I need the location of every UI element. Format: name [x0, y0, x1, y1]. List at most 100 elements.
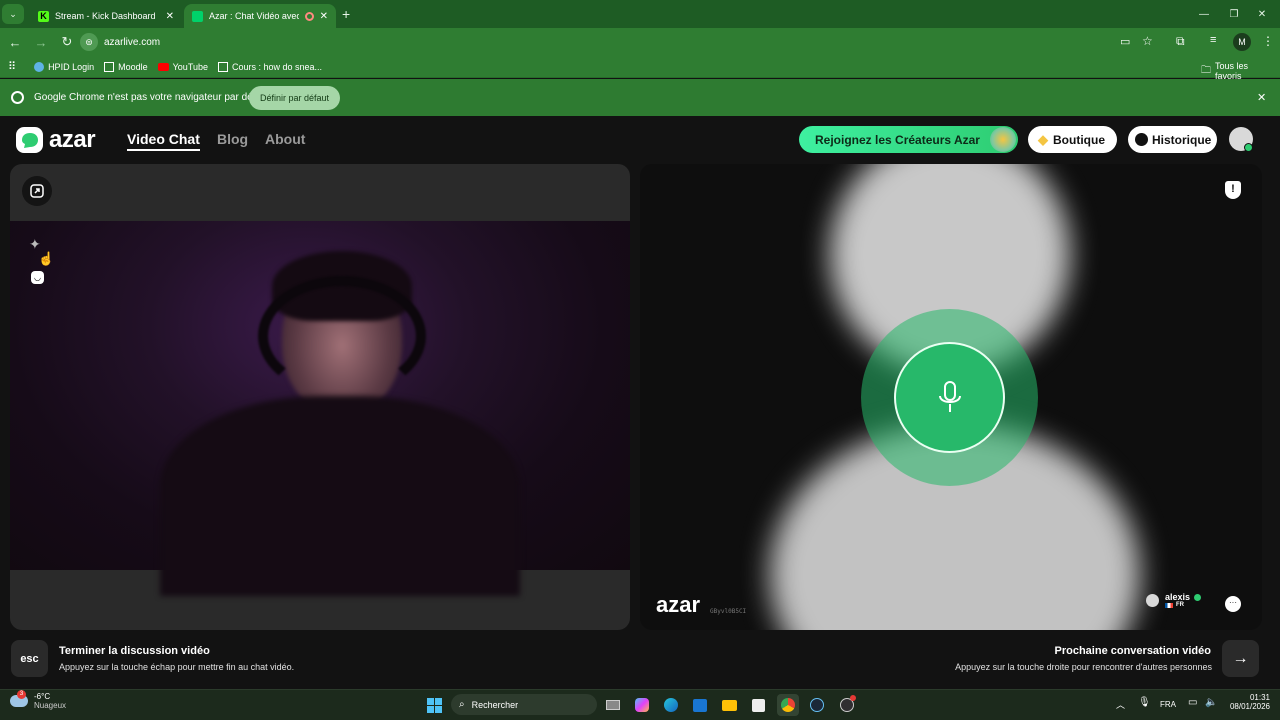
profile-avatar[interactable]: M [1233, 33, 1251, 51]
shop-button[interactable]: ◆ Boutique [1028, 126, 1117, 153]
expand-video-button[interactable] [22, 176, 52, 206]
url-text: azarlive.com [104, 36, 161, 48]
chrome-logo-icon [11, 91, 24, 104]
diamond-icon: ◆ [1038, 131, 1048, 147]
new-tab-button[interactable]: + [342, 6, 350, 22]
tab-azar[interactable]: Azar : Chat Vidéo avec de n ✕ [184, 4, 336, 28]
taskbar-search[interactable]: ⌕ Rechercher [451, 694, 597, 715]
forward-button[interactable]: → [28, 29, 54, 55]
task-view-icon[interactable] [602, 694, 624, 716]
face-filter-icon[interactable]: ◡ [31, 271, 44, 284]
chrome-menu-icon[interactable]: ⋮ [1262, 34, 1274, 48]
apps-grid-icon[interactable]: ⠿ [8, 60, 16, 73]
infobar-message: Google Chrome n'est pas votre navigateur… [34, 92, 270, 103]
extensions-icon[interactable]: ⧉ [1176, 34, 1185, 49]
self-camera-feed [10, 221, 630, 596]
volume-icon[interactable]: 🔈 [1205, 697, 1217, 708]
close-window-button[interactable]: ✕ [1244, 0, 1280, 28]
mic-only-indicator [894, 342, 1005, 453]
file-explorer-icon[interactable] [718, 694, 740, 716]
outlook-icon[interactable] [689, 694, 711, 716]
weather-badge: 3 [17, 690, 26, 699]
search-placeholder: Rechercher [471, 699, 519, 710]
history-button[interactable]: Historique [1128, 126, 1217, 153]
bookmark-hpid[interactable]: HPID Login [34, 61, 94, 72]
folder-icon: 🗀 [1201, 64, 1211, 76]
bookmark-moodle[interactable]: Moodle [104, 61, 148, 72]
chrome-taskbar-icon[interactable] [777, 694, 799, 716]
azar-favicon-icon [192, 10, 203, 22]
weather-temp: -6°C [34, 692, 51, 701]
nav-blog[interactable]: Blog [217, 131, 248, 147]
windows-logo-icon [426, 697, 442, 713]
globe-icon [34, 61, 45, 72]
mouse-cursor-icon: ☝ [38, 251, 55, 266]
set-default-button[interactable]: Définir par défaut [249, 86, 340, 110]
network-icon[interactable]: ▭ [1188, 697, 1197, 708]
site-info-icon[interactable]: ⊜ [80, 33, 98, 51]
verified-icon [1194, 593, 1202, 601]
steam-icon[interactable] [806, 694, 828, 716]
logo-text: azar [49, 126, 96, 153]
tab-search-button[interactable]: ⌄ [2, 4, 24, 24]
all-bookmarks-folder[interactable]: 🗀 Tous les favoris [1201, 61, 1270, 81]
reload-button[interactable]: ↻ [54, 29, 80, 55]
bookmark-star-icon[interactable]: ☆ [1142, 34, 1153, 48]
tab-kick-dashboard[interactable]: K Stream - Kick Dashboard ✕ [30, 4, 182, 28]
online-dot-icon [1244, 143, 1253, 152]
clock-time: 01:31 [1249, 693, 1270, 702]
windows-start-button[interactable] [423, 694, 445, 716]
copilot-icon[interactable] [631, 694, 653, 716]
esc-key-button[interactable]: esc [11, 640, 48, 677]
headset [258, 276, 426, 396]
language-indicator[interactable]: FRA [1160, 700, 1176, 709]
bookmark-cours[interactable]: Cours : how do snea... [218, 61, 322, 72]
edge-icon[interactable] [660, 694, 682, 716]
end-chat-description: Appuyez sur la touche échap pour mettre … [59, 662, 295, 672]
clock[interactable]: 01:31 08/01/2026 [1222, 693, 1270, 711]
kick-favicon-icon: K [38, 10, 49, 22]
default-browser-infobar: Google Chrome n'est pas votre navigateur… [0, 79, 1280, 116]
remote-username: alexis [1165, 592, 1191, 602]
weather-desc: Nuageux [34, 701, 67, 710]
nav-video-chat[interactable]: Video Chat [127, 131, 200, 151]
remote-user-badge[interactable]: alexis FR [1146, 592, 1202, 608]
clock-date: 08/01/2026 [1229, 702, 1270, 711]
obs-icon[interactable] [836, 694, 858, 716]
france-flag-icon [1165, 602, 1173, 608]
search-icon: ⌕ [459, 699, 465, 710]
next-conversation-button[interactable]: → [1222, 640, 1259, 677]
address-bar[interactable]: ⊜ azarlive.com [80, 31, 1200, 53]
microphone-icon [938, 380, 961, 412]
browser-tab-strip: ⌄ K Stream - Kick Dashboard ✕ Azar : Cha… [0, 0, 1280, 28]
remote-country: FR [1176, 602, 1184, 608]
watermark-logo-text: azar [656, 592, 701, 617]
self-video-panel: ✦ ☝ ◡ [10, 164, 630, 630]
expand-icon [30, 184, 44, 198]
tray-overflow-icon[interactable]: ︿ [1116, 698, 1125, 711]
cast-icon[interactable]: ▭ [1120, 35, 1130, 48]
document-icon [218, 61, 228, 72]
tray-mic-icon[interactable]: 🎙 [1138, 697, 1151, 708]
weather-widget[interactable]: 3 -6°C Nuageux [10, 690, 67, 710]
next-chat-description: Appuyez sur la touche droite pour rencon… [955, 662, 1212, 672]
close-tab-icon[interactable]: ✕ [166, 11, 174, 22]
close-infobar-icon[interactable]: ✕ [1257, 91, 1266, 104]
media-controls-icon[interactable]: ≡ [1210, 34, 1216, 46]
end-chat-title: Terminer la discussion vidéo [59, 645, 210, 657]
user-code-text: GByvl0B5CI [710, 608, 747, 615]
nav-about[interactable]: About [265, 131, 305, 147]
bookmark-youtube[interactable]: YouTube [157, 62, 208, 72]
back-button[interactable]: ← [2, 29, 28, 55]
azar-logo[interactable]: azar [16, 126, 96, 154]
creators-button[interactable]: Rejoignez les Créateurs Azar [799, 126, 1018, 153]
moodle-icon [104, 61, 115, 72]
user-account-avatar[interactable] [1229, 127, 1253, 152]
azar-logo-icon [16, 127, 43, 153]
chat-bubble-button[interactable]: ··· [1225, 596, 1241, 612]
report-shield-button[interactable]: ! [1225, 181, 1241, 199]
close-tab-icon[interactable]: ✕ [320, 11, 328, 22]
remote-video-panel: ! azar GByvl0B5CI alexis FR ··· [640, 164, 1262, 630]
microsoft-store-icon[interactable] [747, 694, 769, 716]
creators-badge-icon [990, 127, 1016, 152]
